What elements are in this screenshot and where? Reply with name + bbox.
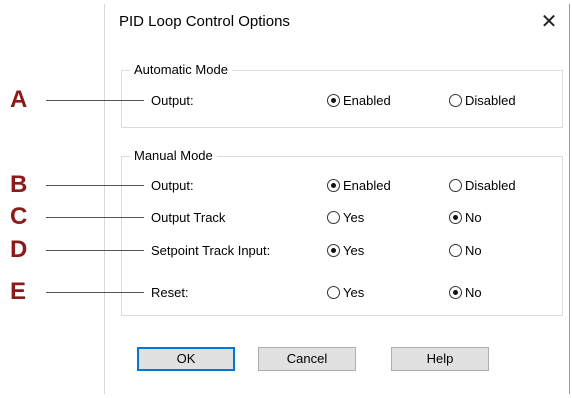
manual-output-disabled-radio[interactable]: Disabled <box>449 178 516 193</box>
manual-output-label: Output: <box>151 178 194 193</box>
title-bar: PID Loop Control Options ✕ <box>105 4 569 40</box>
callout-d-leader <box>46 250 144 251</box>
output-track-no-radio[interactable]: No <box>449 210 482 225</box>
cancel-button[interactable]: Cancel <box>258 347 356 371</box>
pid-loop-control-options-dialog: PID Loop Control Options ✕ Automatic Mod… <box>104 4 570 394</box>
close-icon[interactable]: ✕ <box>535 8 563 36</box>
reset-yes-label: Yes <box>343 285 365 300</box>
output-track-yes-radio[interactable]: Yes <box>327 210 364 225</box>
reset-yes-radio[interactable]: Yes <box>327 285 364 300</box>
callout-b-leader <box>46 185 144 186</box>
setpoint-track-yes-label: Yes <box>343 243 365 258</box>
radio-circle-selected <box>449 286 462 299</box>
callout-d: D <box>10 236 28 263</box>
radio-circle <box>327 211 340 224</box>
radio-circle <box>449 94 462 107</box>
setpoint-track-no-radio[interactable]: No <box>449 243 482 258</box>
manual-mode-legend: Manual Mode <box>130 148 217 163</box>
output-track-yes-label: Yes <box>343 210 365 225</box>
output-track-no-label: No <box>465 210 482 225</box>
callout-c: C <box>10 203 28 230</box>
ok-button[interactable]: OK <box>137 347 235 371</box>
reset-no-radio[interactable]: No <box>449 285 482 300</box>
auto-output-enabled-radio[interactable]: Enabled <box>327 93 391 108</box>
reset-label: Reset: <box>151 285 189 300</box>
auto-output-disabled-radio[interactable]: Disabled <box>449 93 516 108</box>
dialog-title: PID Loop Control Options <box>119 13 290 30</box>
output-track-label: Output Track <box>151 210 226 225</box>
callout-b: B <box>10 171 28 198</box>
radio-circle-selected <box>327 94 340 107</box>
callout-e: E <box>10 278 27 305</box>
callout-a: A <box>10 86 28 113</box>
setpoint-track-yes-radio[interactable]: Yes <box>327 243 364 258</box>
radio-circle-selected <box>327 179 340 192</box>
automatic-mode-legend: Automatic Mode <box>130 62 232 77</box>
radio-circle <box>449 244 462 257</box>
manual-output-disabled-label: Disabled <box>465 178 516 193</box>
callout-e-leader <box>46 292 144 293</box>
radio-circle-selected <box>449 211 462 224</box>
reset-no-label: No <box>465 285 482 300</box>
help-button[interactable]: Help <box>391 347 489 371</box>
setpoint-track-no-label: No <box>465 243 482 258</box>
auto-output-label: Output: <box>151 93 194 108</box>
radio-circle <box>449 179 462 192</box>
auto-output-disabled-label: Disabled <box>465 93 516 108</box>
setpoint-track-input-label: Setpoint Track Input: <box>151 243 271 258</box>
manual-output-enabled-radio[interactable]: Enabled <box>327 178 391 193</box>
callout-a-leader <box>46 100 144 101</box>
manual-output-enabled-label: Enabled <box>343 178 391 193</box>
radio-circle <box>327 286 340 299</box>
auto-output-enabled-label: Enabled <box>343 93 391 108</box>
radio-circle-selected <box>327 244 340 257</box>
callout-c-leader <box>46 217 144 218</box>
